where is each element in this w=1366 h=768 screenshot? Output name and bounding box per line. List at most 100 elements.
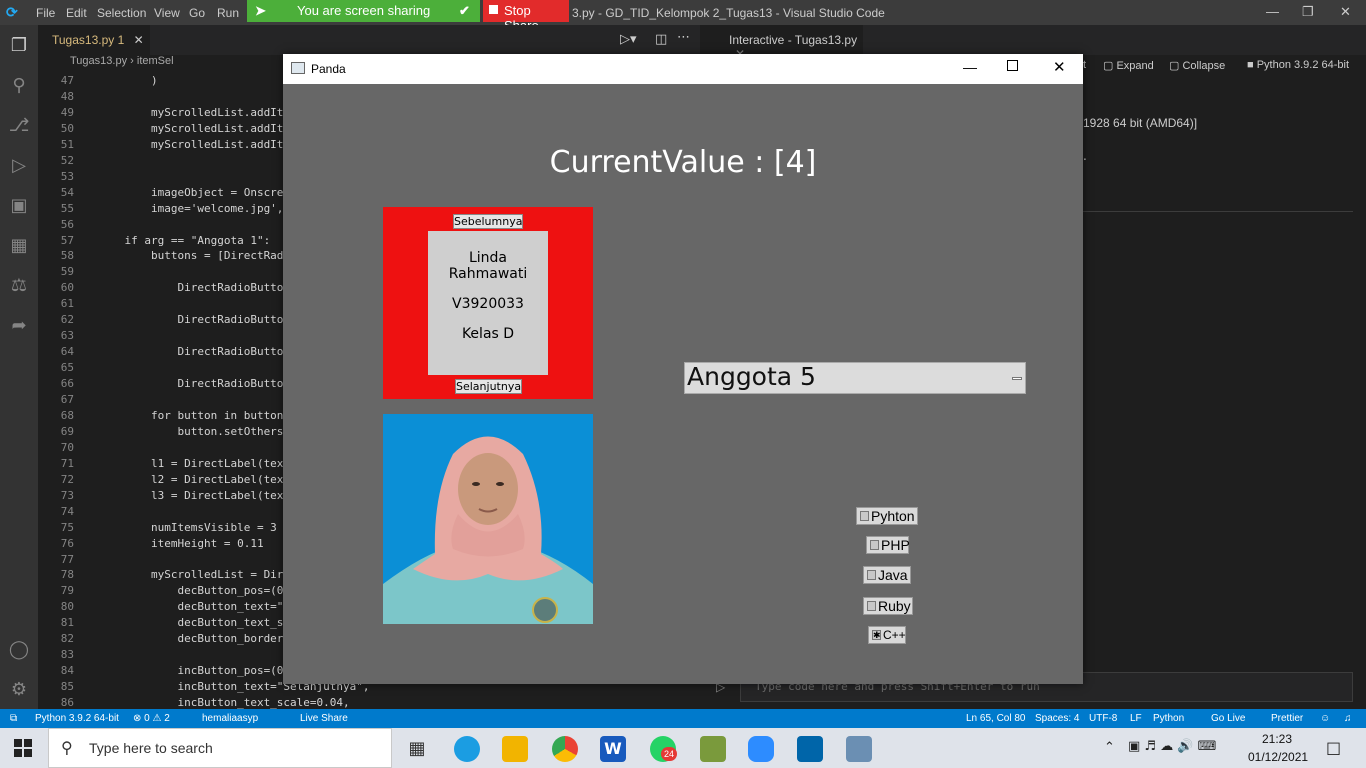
run-file-icon[interactable]: ▷▾ <box>620 32 637 47</box>
close-tab-icon[interactable]: ✕ <box>134 33 144 47</box>
checkbox-php[interactable]: PHP <box>866 536 910 554</box>
member-name: Linda Rahmawati <box>448 250 528 282</box>
split-editor-icon[interactable]: ◫ <box>655 32 667 47</box>
notification-center-icon[interactable]: □ <box>1326 738 1341 757</box>
clock-date[interactable]: 01/12/2021 <box>1248 750 1308 764</box>
expand-button[interactable]: ▢ Expand <box>1103 59 1154 72</box>
windows-start-icon[interactable] <box>14 739 32 757</box>
dropdown-indicator-icon <box>1012 377 1022 380</box>
live-share-icon[interactable]: ➦ <box>8 315 30 337</box>
member-dropdown[interactable]: Anggota 5 <box>684 362 1026 394</box>
cursor-position[interactable]: Ln 65, Col 80 <box>966 713 1026 724</box>
more-actions-icon[interactable]: ⋯ <box>677 30 690 45</box>
restart-label[interactable]: t <box>1083 59 1086 71</box>
end-of-line[interactable]: LF <box>1130 713 1142 724</box>
menu-go[interactable]: Go <box>189 6 205 20</box>
word-icon[interactable]: W <box>600 736 626 762</box>
edge-browser-icon[interactable] <box>454 736 480 762</box>
kernel-picker[interactable]: ■ Python 3.9.2 64-bit <box>1247 59 1349 71</box>
tab-tugas13[interactable]: Tugas13.py 1 ✕ <box>38 25 150 55</box>
line-number: 58 <box>60 249 74 263</box>
maximize-icon[interactable] <box>1007 60 1018 71</box>
remote-icon[interactable]: ⧉ <box>10 713 17 724</box>
clock-time[interactable]: 21:23 <box>1262 732 1292 746</box>
checkbox-ruby[interactable]: Ruby <box>863 597 913 615</box>
line-number: 69 <box>60 424 74 438</box>
previous-button[interactable]: Sebelumnya <box>453 214 523 229</box>
indentation[interactable]: Spaces: 4 <box>1035 713 1079 724</box>
go-live-button[interactable]: Go Live <box>1211 713 1245 724</box>
minimize-icon[interactable]: — <box>1266 4 1279 19</box>
explorer-icon[interactable]: ❐ <box>8 35 30 57</box>
problems-count[interactable]: ⊗ 0 ⚠ 2 <box>133 713 170 724</box>
python-interpreter[interactable]: Python 3.9.2 64-bit <box>35 713 119 724</box>
feedback-icon[interactable]: ☺ <box>1320 713 1330 724</box>
chrome-icon[interactable] <box>552 736 578 762</box>
screen-share-status: You are screen sharing <box>297 3 431 18</box>
user-account[interactable]: hemaliaasyp <box>202 713 258 724</box>
line-number: 85 <box>60 680 74 694</box>
live-share-status[interactable]: Live Share <box>300 713 348 724</box>
line-number: 75 <box>60 520 74 534</box>
checkbox-label: Java <box>878 567 908 583</box>
checkbox-pyhton[interactable]: Pyhton <box>856 507 918 525</box>
tray-chevron-up-icon[interactable]: ⌃ <box>1104 740 1115 755</box>
language-mode[interactable]: Python <box>1153 713 1184 724</box>
code-line: myScrolledList.addIte <box>98 105 291 119</box>
line-number: 72 <box>60 472 74 486</box>
menu-file[interactable]: File <box>36 6 55 20</box>
checkbox-label: C++ <box>883 628 906 642</box>
line-number: 47 <box>60 74 74 87</box>
menu-selection[interactable]: Selection <box>97 6 146 20</box>
vscode-taskbar-icon[interactable] <box>797 736 823 762</box>
app-icon[interactable] <box>700 736 726 762</box>
taskbar-search-input[interactable]: ⚲ Type here to search <box>48 728 392 768</box>
member-card: Linda Rahmawati V3920033 Kelas D <box>428 231 548 375</box>
activity-bar: ❐ ⚲ ⎇ ▷ ▣ ▦ ⚖ ➦ ◯ ⚙ <box>0 25 38 709</box>
settings-gear-icon[interactable]: ⚙ <box>8 679 30 701</box>
collapse-button[interactable]: ▢ Collapse <box>1169 59 1225 72</box>
extensions-icon[interactable]: ▦ <box>8 235 30 257</box>
whatsapp-badge: 24 <box>661 747 677 761</box>
breadcrumb-symbol[interactable]: itemSel <box>137 55 174 67</box>
remote-explorer-icon[interactable]: ▣ <box>8 195 30 217</box>
source-control-icon[interactable]: ⎇ <box>8 115 30 137</box>
line-number: 70 <box>60 440 74 454</box>
panda-taskbar-icon[interactable] <box>846 736 872 762</box>
menu-edit[interactable]: Edit <box>66 6 87 20</box>
line-number: 68 <box>60 408 74 422</box>
code-line: incButton_text_scale=0.04, <box>98 696 350 710</box>
prettier-status[interactable]: Prettier <box>1271 713 1303 724</box>
menu-view[interactable]: View <box>154 6 180 20</box>
menu-run[interactable]: Run <box>217 6 239 20</box>
close-icon[interactable]: ✕ <box>1340 4 1351 20</box>
encoding[interactable]: UTF-8 <box>1089 713 1117 724</box>
checkbox-cpp[interactable]: ✱ C++ <box>868 626 906 644</box>
code-line: buttons = [DirectRadi <box>98 249 291 263</box>
notifications-bell-icon[interactable]: ♫ <box>1344 713 1352 724</box>
code-line: button.setOthers( <box>98 424 291 438</box>
zoom-icon[interactable] <box>748 736 774 762</box>
checkbox-label: PHP <box>881 537 910 553</box>
run-debug-icon[interactable]: ▷ <box>8 155 30 177</box>
close-icon[interactable]: ✕ <box>1053 58 1066 76</box>
checkbox-java[interactable]: Java <box>863 566 911 584</box>
stop-icon <box>489 5 498 14</box>
search-icon[interactable]: ⚲ <box>8 75 30 97</box>
restore-icon[interactable]: ❐ <box>1302 4 1314 20</box>
next-button[interactable]: Selanjutnya <box>455 379 522 394</box>
code-line: DirectRadioButton <box>98 377 291 391</box>
breadcrumb-file[interactable]: Tugas13.py <box>70 55 127 67</box>
code-line: myScrolledList = Dire <box>98 568 291 582</box>
stop-share-button[interactable]: Stop Share <box>483 0 569 33</box>
tab-interactive[interactable]: Interactive - Tugas13.py ✕ <box>703 25 863 61</box>
minimize-icon[interactable]: — <box>963 59 977 75</box>
task-view-icon[interactable]: ▦ <box>404 736 430 762</box>
tray-icons[interactable]: ▣ ♬ ☁ 🔊 ⌨ <box>1128 739 1216 754</box>
testing-icon[interactable]: ⚖ <box>8 275 30 297</box>
account-icon[interactable]: ◯ <box>8 639 30 661</box>
code-line: decButton_text_sc <box>98 616 291 630</box>
line-number: 77 <box>60 552 74 566</box>
file-explorer-icon[interactable] <box>502 736 528 762</box>
checkbox-box <box>867 570 876 580</box>
